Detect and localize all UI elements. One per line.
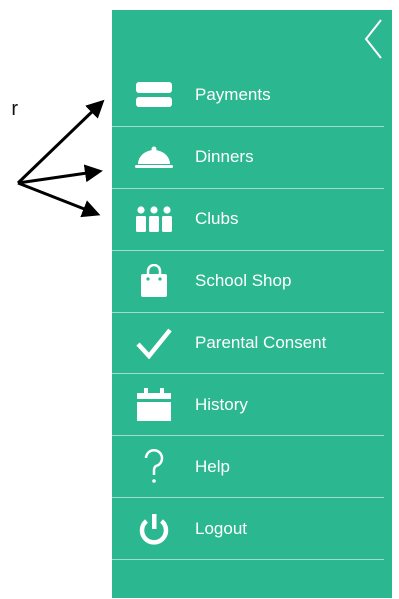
menu-item-logout[interactable]: Logout [112,498,384,561]
menu-item-label: Clubs [195,209,239,229]
screen-edge [392,10,399,598]
menu-item-label: Parental Consent [195,333,327,352]
menu-item-clubs[interactable]: Clubs [112,189,384,251]
menu-item-label: Dinners [195,147,254,167]
chevron-left-icon [364,19,382,59]
menu-item-label: Help [195,456,230,476]
people-icon [134,202,174,236]
card-icon [134,78,174,112]
annotation-arrows [16,99,105,218]
menu-item-school-shop[interactable]: School Shop [112,251,384,313]
menu-item-label: Logout [195,518,247,538]
menu-item-dinners[interactable]: Dinners [112,127,384,189]
arrow-to-clubs [17,181,101,218]
shopping-bag-icon [134,264,174,298]
menu-item-help[interactable]: Help [112,436,384,499]
power-icon [134,512,174,546]
question-mark-icon [134,448,174,484]
checkmark-icon [134,326,174,360]
menu-item-label: History [195,394,248,414]
menu-item-history[interactable]: History [112,374,384,437]
menu-item-parental-consent[interactable]: Parental Consent [112,313,384,375]
menu-item-label: Payments [195,85,271,105]
menu-item-payments[interactable]: Payments [112,65,384,127]
close-menu-button[interactable] [362,16,386,62]
arrow-to-payments [16,99,105,185]
menu-item-label: School Shop [195,271,292,291]
annotation-text: r [11,98,18,120]
side-menu: Payments Dinners Clubs School Shop Paren… [112,65,384,561]
cloche-icon [134,140,174,174]
calendar-icon [134,387,174,422]
